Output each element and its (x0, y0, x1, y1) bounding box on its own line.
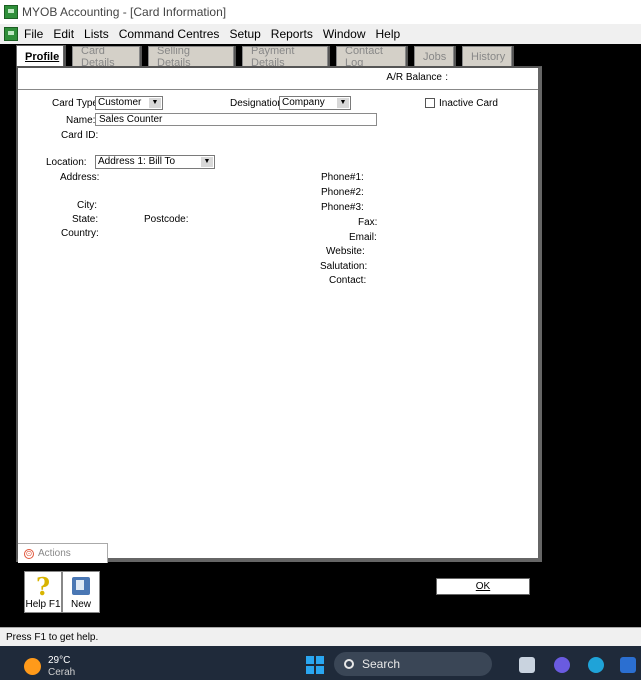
menu-command-centres[interactable]: Command Centres (119, 27, 220, 41)
windows-taskbar: 29°C Cerah Search (0, 646, 641, 680)
state-label: State: (72, 214, 99, 225)
inactive-card-label: Inactive Card (439, 98, 498, 109)
search-icon (344, 659, 354, 669)
meet-icon[interactable] (554, 657, 570, 673)
title-bar: MYOB Accounting - [Card Information] (0, 0, 641, 24)
name-label: Name: (66, 115, 96, 126)
tab-profile[interactable]: Profile (16, 45, 64, 67)
actions-button[interactable]: ⊙ Actions (18, 543, 108, 563)
search-label: Search (362, 657, 401, 671)
phone2-label: Phone#2: (321, 187, 364, 198)
new-card-icon (72, 577, 90, 595)
tab-selling-details[interactable]: Selling Details (148, 45, 234, 69)
menu-bar: File Edit Lists Command Centres Setup Re… (0, 24, 641, 44)
document-app-icon[interactable] (4, 27, 18, 41)
balance-strip: A/R Balance : (18, 68, 538, 90)
tab-card-details[interactable]: Card Details (72, 45, 140, 69)
designation-value: Company (282, 97, 325, 108)
menu-edit[interactable]: Edit (53, 27, 74, 41)
phone3-label: Phone#3: (321, 202, 364, 213)
menu-setup[interactable]: Setup (229, 27, 260, 41)
menu-lists[interactable]: Lists (84, 27, 109, 41)
designation-label: Designation: (230, 98, 286, 109)
card-id-label: Card ID: (61, 130, 99, 141)
chevron-down-icon: ▼ (337, 98, 349, 108)
status-text: Press F1 to get help. (6, 631, 99, 643)
card-type-label: Card Type: (52, 98, 101, 109)
question-mark-icon: ? (35, 572, 51, 601)
city-label: City: (77, 200, 97, 211)
designation-select[interactable]: Company ▼ (279, 96, 351, 110)
menu-help[interactable]: Help (376, 27, 401, 41)
postcode-label: Postcode: (144, 214, 189, 225)
tab-jobs[interactable]: Jobs (414, 46, 454, 66)
salutation-label: Salutation: (320, 261, 368, 272)
tab-history[interactable]: History (462, 46, 512, 66)
chevron-down-icon: ▼ (201, 157, 213, 167)
actions-label: Actions (38, 548, 71, 559)
word-icon[interactable] (620, 657, 636, 673)
contact-label: Contact: (329, 275, 367, 286)
new-label: New (70, 599, 91, 610)
location-select[interactable]: Address 1: Bill To ▼ (95, 155, 215, 169)
myob-app-icon (4, 5, 18, 19)
card-type-select[interactable]: Customer ▼ (95, 96, 163, 110)
country-label: Country: (61, 228, 99, 239)
ar-balance-value: : (445, 72, 448, 83)
taskbar-search[interactable]: Search (334, 652, 492, 676)
weather-condition: Cerah (48, 667, 76, 678)
weather-sun-icon[interactable] (24, 658, 41, 675)
phone1-label: Phone#1: (321, 172, 364, 183)
website-label: Website: (326, 246, 365, 257)
location-value: Address 1: Bill To (98, 156, 176, 167)
name-field[interactable]: Sales Counter (95, 113, 377, 126)
file-explorer-icon[interactable] (519, 657, 535, 673)
ar-balance-label: A/R Balance (386, 72, 442, 83)
fax-label: Fax: (358, 217, 378, 228)
windows-start-icon[interactable] (306, 656, 324, 674)
location-label: Location: (46, 157, 87, 168)
status-bar: Press F1 to get help. (0, 627, 641, 646)
card-tabs: Profile Card Details Selling Details Pay… (16, 45, 520, 69)
actions-circle-icon: ⊙ (24, 548, 34, 559)
tab-contact-log[interactable]: Contact Log (336, 45, 406, 69)
email-label: Email: (349, 232, 377, 243)
card-type-value: Customer (98, 97, 142, 108)
tab-payment-details[interactable]: Payment Details (242, 45, 328, 69)
menu-file[interactable]: File (24, 27, 43, 41)
weather-temperature: 29°C (48, 655, 71, 666)
ok-button[interactable]: OK (436, 578, 530, 595)
chevron-down-icon: ▼ (149, 98, 161, 108)
help-label: Help F1 (25, 599, 61, 610)
edge-browser-icon[interactable] (588, 657, 604, 673)
menu-window[interactable]: Window (323, 27, 366, 41)
profile-panel: A/R Balance : Card Type: Customer ▼ Desi… (16, 66, 542, 562)
new-button[interactable]: New (62, 571, 100, 613)
inactive-card-checkbox[interactable] (425, 98, 435, 108)
window-title: MYOB Accounting - [Card Information] (22, 5, 227, 19)
address-label: Address: (60, 172, 100, 183)
help-button[interactable]: ? Help F1 (24, 571, 62, 613)
menu-reports[interactable]: Reports (271, 27, 313, 41)
